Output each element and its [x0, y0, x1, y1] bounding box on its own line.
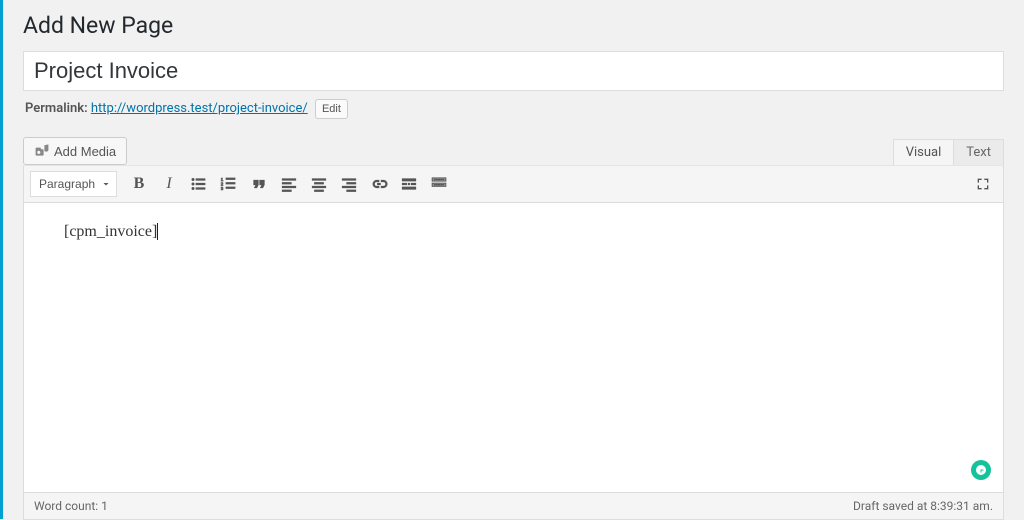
grammarly-icon[interactable]: [971, 460, 991, 480]
editor-canvas[interactable]: [cpm_invoice]: [23, 203, 1004, 493]
draft-saved: Draft saved at 8:39:31 am.: [853, 499, 993, 513]
blockquote-button[interactable]: [245, 170, 273, 198]
bullet-list-button[interactable]: [185, 170, 213, 198]
add-media-label: Add Media: [54, 144, 116, 159]
align-left-button[interactable]: [275, 170, 303, 198]
read-more-button[interactable]: [395, 170, 423, 198]
word-count: Word count: 1: [34, 499, 108, 513]
italic-button[interactable]: I: [155, 170, 183, 198]
add-media-button[interactable]: Add Media: [23, 137, 127, 165]
numbered-list-button[interactable]: 123: [215, 170, 243, 198]
permalink-url[interactable]: http://wordpress.test/project-invoice/: [91, 101, 308, 116]
fullscreen-button[interactable]: [969, 170, 997, 198]
format-select[interactable]: Paragraph: [30, 171, 117, 197]
align-right-button[interactable]: [335, 170, 363, 198]
editor-statusbar: Word count: 1 Draft saved at 8:39:31 am.: [23, 493, 1004, 520]
permalink-label: Permalink:: [25, 101, 88, 116]
page-title: Add New Page: [23, 10, 1004, 41]
permalink-row: Permalink: http://wordpress.test/project…: [25, 99, 1002, 119]
editor-content[interactable]: [cpm_invoice]: [64, 223, 988, 477]
editor-tabs: Visual Text: [894, 138, 1004, 165]
link-button[interactable]: [365, 170, 393, 198]
tab-visual[interactable]: Visual: [893, 139, 955, 166]
toolbar-toggle-button[interactable]: [425, 170, 453, 198]
tab-text[interactable]: Text: [953, 139, 1004, 166]
camera-music-icon: [34, 142, 50, 161]
edit-slug-button[interactable]: Edit: [315, 99, 348, 119]
svg-text:3: 3: [221, 186, 224, 191]
editor-toolbar: Paragraph B I 123: [23, 165, 1004, 203]
post-title-input[interactable]: [23, 51, 1004, 91]
bold-button[interactable]: B: [125, 170, 153, 198]
align-center-button[interactable]: [305, 170, 333, 198]
